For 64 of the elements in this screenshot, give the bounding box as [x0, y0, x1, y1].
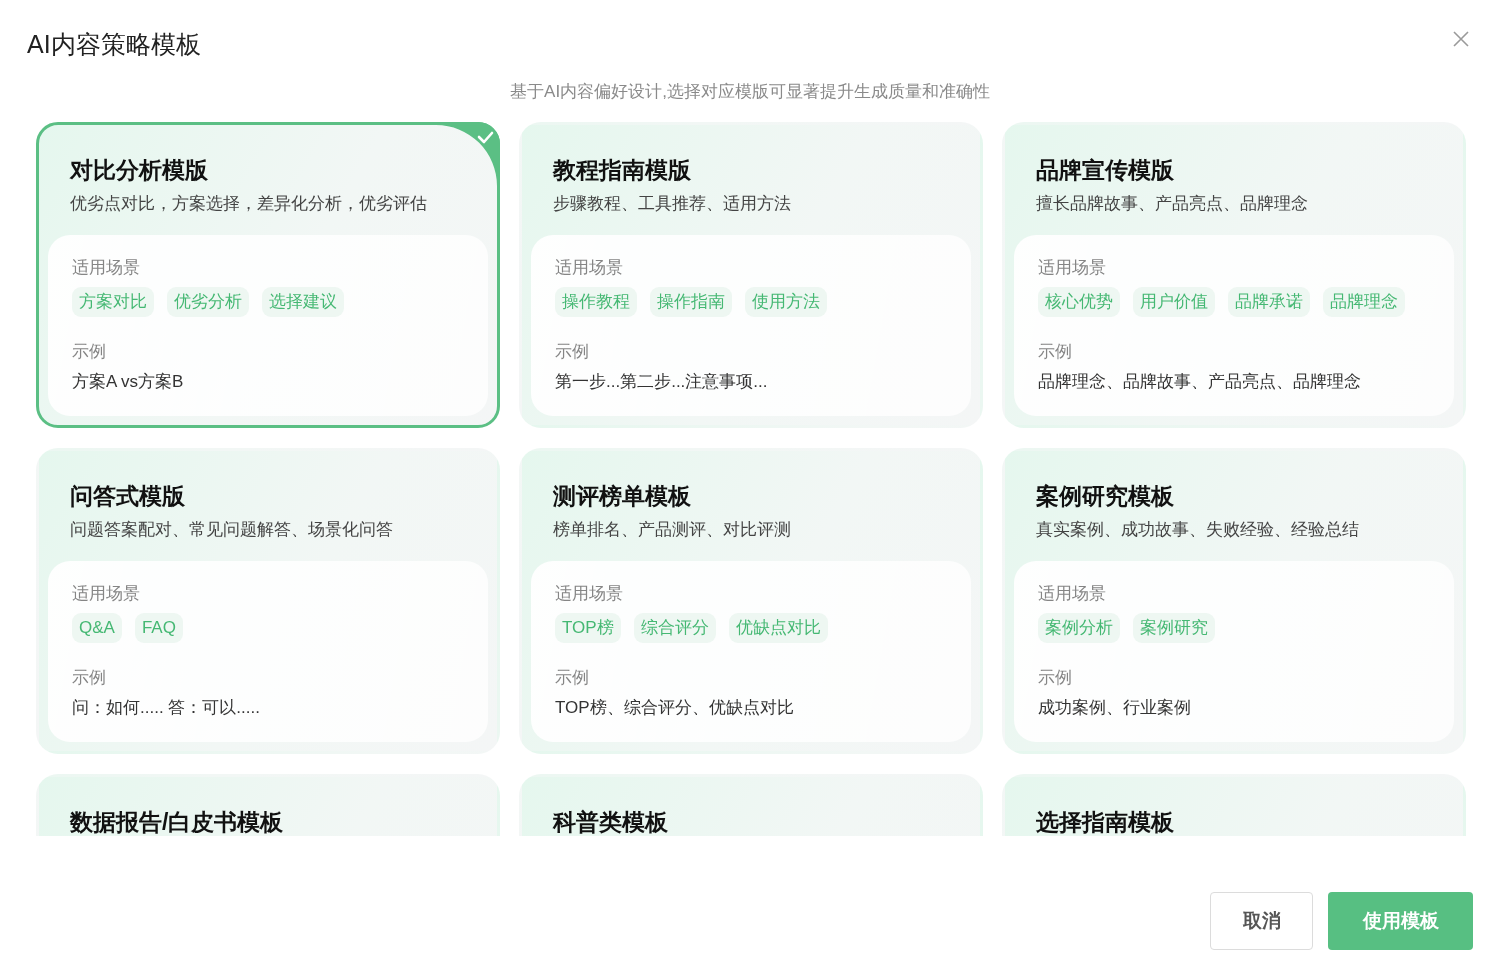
scene-tag: 用户价值 [1133, 287, 1215, 317]
template-card[interactable]: 案例研究模板 真实案例、成功故事、失败经验、经验总结 适用场景 案例分析 案例研究 示例 成功案例、行业案例 [1002, 448, 1466, 754]
scene-tag: 核心优势 [1038, 287, 1120, 317]
template-card[interactable]: 数据报告/白皮书模板 [36, 774, 500, 836]
scenes-label: 适用场景 [72, 583, 140, 605]
template-card[interactable]: 科普类模板 [519, 774, 983, 836]
scene-tag: 优劣分析 [167, 287, 249, 317]
scene-tag: 优缺点对比 [728, 613, 828, 643]
example-text: TOP榜、综合评分、优缺点对比 [555, 697, 794, 719]
example-text: 品牌理念、品牌故事、产品亮点、品牌理念 [1038, 371, 1361, 393]
example-label: 示例 [555, 667, 589, 689]
scene-tag: Q&A [72, 613, 122, 643]
example-text: 问：如何..... 答：可以..... [72, 697, 260, 719]
dialog-title: AI内容策略模板 [27, 29, 201, 60]
check-badge-icon [436, 122, 500, 186]
card-title: 品牌宣传模版 [1036, 156, 1174, 185]
scene-tag: 案例分析 [1038, 613, 1120, 643]
card-description: 榜单排名、产品测评、对比评测 [553, 519, 791, 541]
scene-tag: FAQ [134, 613, 183, 643]
scene-tag: 操作指南 [650, 287, 732, 317]
scene-tag: 操作教程 [555, 287, 637, 317]
card-title: 案例研究模板 [1036, 482, 1174, 511]
card-title: 对比分析模版 [70, 156, 208, 185]
example-label: 示例 [72, 341, 106, 363]
scenes-label: 适用场景 [1038, 583, 1106, 605]
scene-tag: 使用方法 [745, 287, 827, 317]
example-text: 成功案例、行业案例 [1038, 697, 1191, 719]
card-title: 数据报告/白皮书模板 [70, 808, 284, 836]
example-text: 第一步...第二步...注意事项... [555, 371, 768, 393]
dialog-subtitle: 基于AI内容偏好设计,选择对应模版可显著提升生成质量和准确性 [510, 81, 990, 103]
scene-tag: 品牌理念 [1323, 287, 1405, 317]
template-card[interactable]: 问答式模版 问题答案配对、常见问题解答、场景化问答 适用场景 Q&A FAQ 示例 问：如何..... 答：可以..... [36, 448, 500, 754]
card-description: 问题答案配对、常见问题解答、场景化问答 [70, 519, 393, 541]
card-title: 测评榜单模板 [553, 482, 691, 511]
template-card[interactable]: 测评榜单模板 榜单排名、产品测评、对比评测 适用场景 TOP榜 综合评分 优缺点对比 示例 TOP榜、综合评分、优缺点对比 [519, 448, 983, 754]
example-label: 示例 [72, 667, 106, 689]
card-title: 选择指南模板 [1036, 808, 1174, 836]
scenes-label: 适用场景 [555, 583, 623, 605]
card-description: 擅长品牌故事、产品亮点、品牌理念 [1036, 193, 1308, 215]
scene-tag: TOP榜 [555, 613, 621, 643]
scene-tag: 品牌承诺 [1228, 287, 1310, 317]
cancel-button[interactable]: 取消 [1210, 892, 1313, 950]
example-text: 方案A vs方案B [72, 371, 184, 393]
example-label: 示例 [1038, 667, 1072, 689]
card-description: 真实案例、成功故事、失败经验、经验总结 [1036, 519, 1359, 541]
card-title: 问答式模版 [70, 482, 185, 511]
card-description: 优劣点对比，方案选择，差异化分析，优劣评估 [70, 193, 427, 215]
close-icon[interactable] [1453, 31, 1469, 47]
card-title: 科普类模板 [553, 808, 668, 836]
scenes-label: 适用场景 [72, 257, 140, 279]
template-card[interactable]: 教程指南模版 步骤教程、工具推荐、适用方法 适用场景 操作教程 操作指南 使用方法 示例 第一步...第二步...注意事项... [519, 122, 983, 428]
template-card[interactable]: 品牌宣传模版 擅长品牌故事、产品亮点、品牌理念 适用场景 核心优势 用户价值 品牌承诺 品牌理念 示例 品牌理念、品牌故事、产品亮点、品牌理念 [1002, 122, 1466, 428]
template-card[interactable]: 对比分析模版 优劣点对比，方案选择，差异化分析，优劣评估 适用场景 方案对比 优劣分析 选择建议 示例 方案A vs方案B [36, 122, 500, 428]
scenes-label: 适用场景 [1038, 257, 1106, 279]
scene-tag: 案例研究 [1133, 613, 1215, 643]
card-description: 步骤教程、工具推荐、适用方法 [553, 193, 791, 215]
scene-tag: 选择建议 [262, 287, 344, 317]
example-label: 示例 [555, 341, 589, 363]
template-card[interactable]: 选择指南模板 [1002, 774, 1466, 836]
card-title: 教程指南模版 [553, 156, 691, 185]
example-label: 示例 [1038, 341, 1072, 363]
scenes-label: 适用场景 [555, 257, 623, 279]
scene-tag: 综合评分 [633, 613, 716, 643]
scene-tag: 方案对比 [72, 287, 154, 317]
